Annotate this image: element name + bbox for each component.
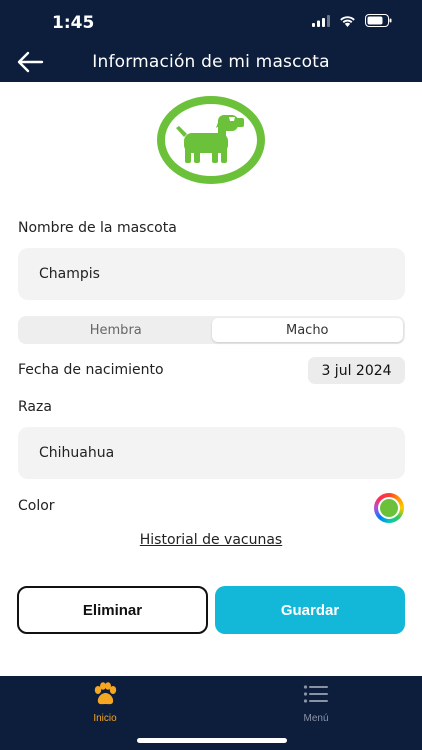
menu-icon — [303, 685, 328, 703]
status-bar: 1:45 — [0, 0, 422, 44]
breed-field[interactable]: Chihuahua — [18, 427, 405, 479]
tab-inicio-label: Inicio — [93, 713, 117, 724]
pet-name-label: Nombre de la mascota — [18, 220, 177, 236]
wifi-icon — [340, 15, 355, 27]
status-icons — [312, 14, 392, 27]
dog-icon — [157, 96, 265, 184]
sex-option-macho[interactable]: Macho — [211, 318, 403, 342]
battery-icon — [365, 14, 392, 27]
save-button[interactable]: Guardar — [215, 586, 405, 634]
pet-name-field[interactable]: Champis — [18, 248, 405, 300]
pet-avatar[interactable] — [156, 95, 266, 185]
signal-icon — [312, 14, 330, 27]
paw-icon — [94, 682, 117, 705]
page-title: Información de mi mascota — [92, 52, 330, 72]
delete-button[interactable]: Eliminar — [17, 586, 208, 634]
sex-option-hembra[interactable]: Hembra — [20, 318, 212, 342]
status-time: 1:45 — [52, 13, 95, 33]
sex-selector: Hembra Macho — [18, 316, 405, 344]
breed-label: Raza — [18, 399, 52, 415]
birth-date-label: Fecha de nacimiento — [18, 362, 164, 378]
tab-menu-label: Menú — [303, 713, 329, 724]
nav-bar: Información de mi mascota — [0, 44, 422, 82]
color-label: Color — [18, 498, 55, 514]
birth-date-picker[interactable]: 3 jul 2024 — [308, 357, 405, 384]
tab-menu[interactable]: Menú — [266, 682, 366, 724]
tab-inicio[interactable]: Inicio — [55, 682, 155, 724]
vaccine-history-link[interactable]: Historial de vacunas — [0, 532, 422, 548]
home-indicator — [137, 738, 287, 743]
color-swatch — [380, 499, 398, 517]
color-picker[interactable] — [374, 493, 404, 523]
